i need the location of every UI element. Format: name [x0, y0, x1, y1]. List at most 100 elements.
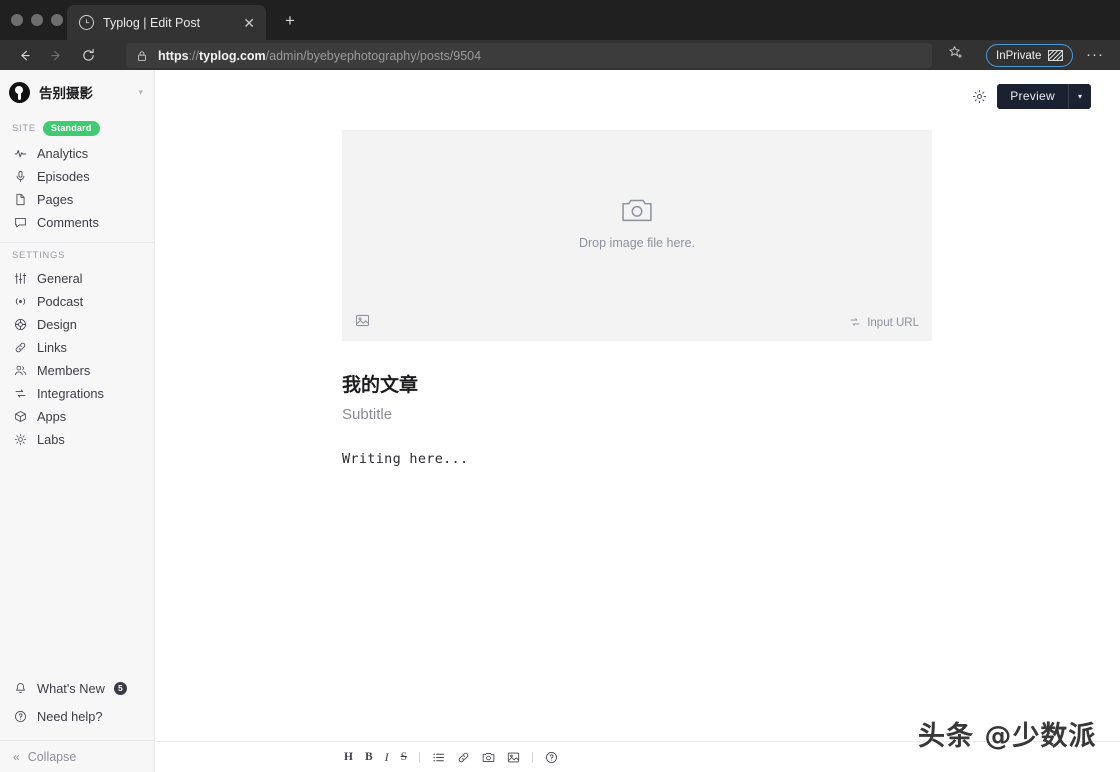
toolbar-divider [532, 751, 534, 763]
inprivate-indicator[interactable]: InPrivate [986, 44, 1074, 67]
close-icon[interactable]: ✕ [241, 16, 257, 30]
close-window-button[interactable] [11, 14, 23, 26]
sidebar-item-comments[interactable]: Comments [0, 211, 154, 234]
chevron-down-icon[interactable]: ▾ [138, 87, 143, 97]
sidebar-item-pages[interactable]: Pages [0, 188, 154, 211]
pulse-icon [13, 147, 28, 160]
camera-icon[interactable] [482, 751, 495, 764]
dropzone-footer: Input URL [342, 311, 932, 335]
reload-button[interactable] [74, 43, 102, 67]
tab-title: Typlog | Edit Post [103, 15, 201, 30]
forward-button[interactable] [42, 43, 70, 67]
browser-tab[interactable]: Typlog | Edit Post ✕ [67, 5, 266, 40]
inprivate-mask-icon [1048, 50, 1064, 61]
url-text: https://typlog.com/admin/byebyephotograp… [158, 49, 481, 63]
sidebar-item-links[interactable]: Links [0, 336, 154, 359]
status-badge: 5 [113, 681, 127, 695]
swap-icon [849, 316, 861, 331]
package-icon [13, 410, 28, 423]
sidebar-item-label: Labs [37, 432, 65, 447]
preview-button-group: Preview ▾ [997, 83, 1091, 109]
sidebar-item-label: Links [37, 340, 67, 355]
back-button[interactable] [10, 43, 38, 67]
palette-icon [13, 318, 28, 331]
sidebar-item-label: Podcast [37, 294, 84, 309]
sidebar-item-members[interactable]: Members [0, 359, 154, 382]
main-content: Preview ▾ Drop image file here. Input UR… [155, 70, 1120, 772]
dropzone-center: Drop image file here. [342, 130, 932, 317]
browser-more-button[interactable]: ··· [1086, 47, 1104, 62]
bold-button[interactable]: B [365, 751, 373, 763]
sidebar-item-analytics[interactable]: Analytics [0, 142, 154, 165]
sync-icon [13, 387, 28, 400]
gear-icon[interactable] [972, 89, 987, 104]
editor-topbar: Preview ▾ [972, 70, 1120, 122]
new-tab-button[interactable]: + [285, 12, 295, 29]
sidebar-item-label: Apps [37, 409, 67, 424]
comment-icon [13, 216, 28, 229]
site-section-label: SITE Standard [0, 114, 154, 142]
italic-button[interactable]: I [385, 750, 389, 765]
sidebar-item-apps[interactable]: Apps [0, 405, 154, 428]
maximize-window-button[interactable] [51, 14, 63, 26]
settings-section-label: SETTINGS [0, 243, 154, 267]
star-icon[interactable] [948, 45, 964, 66]
nav-buttons [10, 43, 102, 67]
input-url-button[interactable]: Input URL [849, 316, 919, 331]
site-switcher[interactable]: 告别摄影 ▾ [0, 70, 154, 114]
sidebar-item-label: Pages [37, 192, 74, 207]
sidebar-item-episodes[interactable]: Episodes [0, 165, 154, 188]
people-icon [13, 364, 28, 377]
sidebar-item-label: Members [37, 363, 91, 378]
camera-icon [621, 197, 653, 228]
subtitle-field[interactable]: Subtitle [342, 406, 392, 423]
avatar [9, 81, 30, 103]
clock-circle-icon [79, 15, 94, 30]
sidebar-item-integrations[interactable]: Integrations [0, 382, 154, 405]
sidebar-item-podcast[interactable]: Podcast [0, 290, 154, 313]
preview-dropdown-button[interactable]: ▾ [1068, 83, 1091, 109]
broadcast-icon [13, 295, 28, 308]
heading-button[interactable]: H [344, 751, 353, 763]
url-host: typlog.com [198, 48, 266, 63]
lock-icon [136, 50, 148, 62]
sidebar-item-general[interactable]: General [0, 267, 154, 290]
sliders-icon [13, 272, 28, 285]
dropzone-text: Drop image file here. [578, 236, 696, 250]
plan-badge: Standard [42, 121, 100, 136]
tab-strip: Typlog | Edit Post ✕ + [0, 0, 1120, 40]
sidebar-item-label: Episodes [37, 169, 90, 184]
preview-button[interactable]: Preview [997, 84, 1068, 109]
address-bar[interactable]: https://typlog.com/admin/byebyephotograp… [126, 43, 932, 68]
url-scheme: https [158, 48, 189, 63]
link-icon[interactable] [457, 751, 470, 764]
bell-icon [13, 682, 28, 695]
sidebar-item-label: Comments [37, 215, 99, 230]
question-circle-icon[interactable] [545, 751, 558, 764]
sidebar-bottom: What's New 5 Need help? « Collapse [0, 674, 155, 772]
browser-toolbar: https://typlog.com/admin/byebyephotograp… [0, 40, 1120, 70]
page-title[interactable]: 我的文章 [342, 370, 418, 397]
sidebar-item-whats-new[interactable]: What's New 5 [0, 674, 155, 702]
sidebar: 告别摄影 ▾ SITE Standard Analytics Episodes [0, 70, 155, 772]
double-chevron-left-icon: « [13, 749, 20, 764]
url-path: /admin/byebyephotography/posts/9504 [265, 48, 482, 63]
settings-label: SETTINGS [12, 250, 66, 261]
sidebar-item-label: Design [37, 317, 77, 332]
image-icon[interactable] [355, 313, 370, 333]
window-traffic-lights [11, 14, 63, 26]
collapse-sidebar-button[interactable]: « Collapse [0, 740, 155, 772]
sidebar-item-labs[interactable]: Labs [0, 428, 154, 451]
sidebar-item-label: General [37, 271, 83, 286]
link-icon [13, 341, 28, 354]
post-body-editor[interactable]: Writing here... [342, 451, 468, 467]
minimize-window-button[interactable] [31, 14, 43, 26]
sidebar-item-design[interactable]: Design [0, 313, 154, 336]
strikethrough-button[interactable]: S [401, 751, 407, 763]
image-icon[interactable] [507, 751, 520, 764]
toolbar-divider [419, 751, 421, 763]
unordered-list-icon[interactable] [432, 751, 445, 764]
image-dropzone[interactable]: Drop image file here. Input URL [342, 130, 932, 341]
question-circle-icon [13, 710, 28, 723]
sidebar-item-need-help[interactable]: Need help? [0, 702, 155, 730]
